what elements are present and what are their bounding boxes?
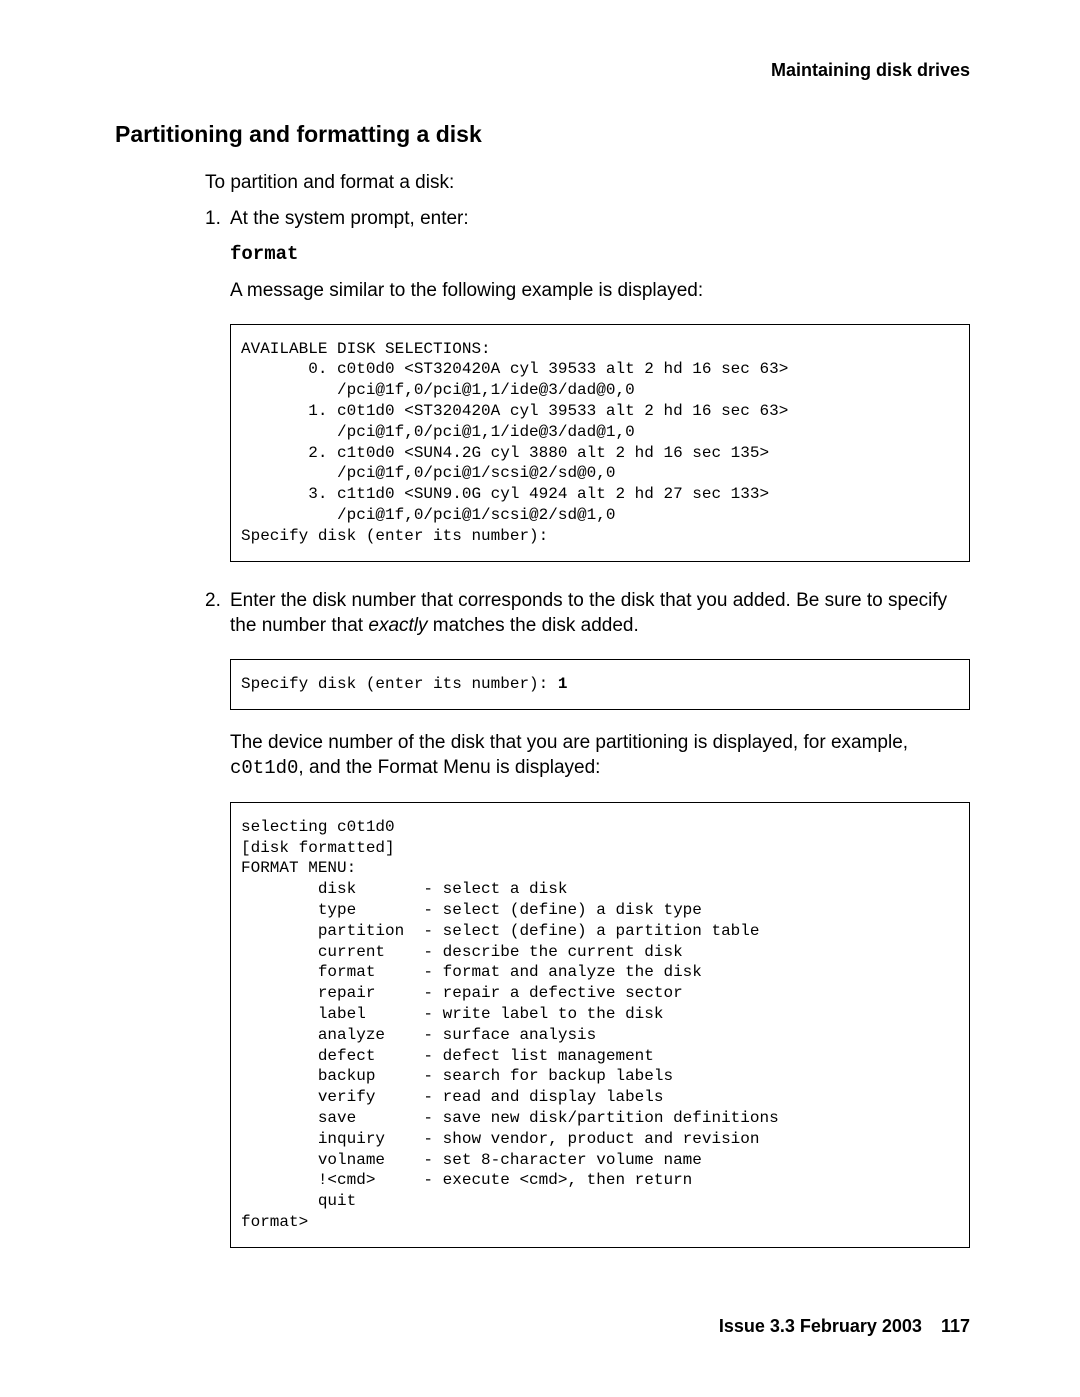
step-number: 2.	[205, 588, 230, 1268]
step-1-line-1: At the system prompt, enter:	[230, 206, 970, 232]
format-command: format	[230, 243, 298, 265]
step-1: 1. At the system prompt, enter: format A…	[205, 206, 970, 582]
after-a: The device number of the disk that you a…	[230, 732, 908, 753]
after-b: , and the Format Menu is displayed:	[298, 757, 600, 778]
issue-label: Issue 3.3 February 2003	[719, 1316, 922, 1336]
page: Maintaining disk drives Partitioning and…	[0, 0, 1080, 1397]
step-1-line-2: A message similar to the following examp…	[230, 278, 970, 304]
step-2-after: The device number of the disk that you a…	[230, 730, 970, 782]
section-heading: Partitioning and formatting a disk	[115, 121, 970, 148]
page-footer: Issue 3.3 February 2003 117	[719, 1316, 970, 1337]
running-header: Maintaining disk drives	[115, 60, 970, 81]
specify-prefix: Specify disk (enter its number):	[241, 675, 558, 693]
step-2-line-1: Enter the disk number that corresponds t…	[230, 588, 970, 639]
code-block-available-disks: AVAILABLE DISK SELECTIONS: 0. c0t0d0 <ST…	[230, 324, 970, 562]
step-list: 1. At the system prompt, enter: format A…	[205, 206, 970, 1268]
intro-text: To partition and format a disk:	[205, 170, 970, 196]
page-number: 117	[941, 1316, 970, 1336]
step-2-em: exactly	[368, 615, 427, 636]
code-block-format-menu: selecting c0t1d0 [disk formatted] FORMAT…	[230, 802, 970, 1248]
step-2: 2. Enter the disk number that correspond…	[205, 588, 970, 1268]
device-code: c0t1d0	[230, 757, 298, 779]
step-body: Enter the disk number that corresponds t…	[230, 588, 970, 1268]
code-block-specify-disk: Specify disk (enter its number): 1	[230, 659, 970, 710]
step-number: 1.	[205, 206, 230, 582]
step-body: At the system prompt, enter: format A me…	[230, 206, 970, 582]
specify-input: 1	[558, 675, 568, 693]
step-2-text-b: matches the disk added.	[428, 615, 639, 636]
